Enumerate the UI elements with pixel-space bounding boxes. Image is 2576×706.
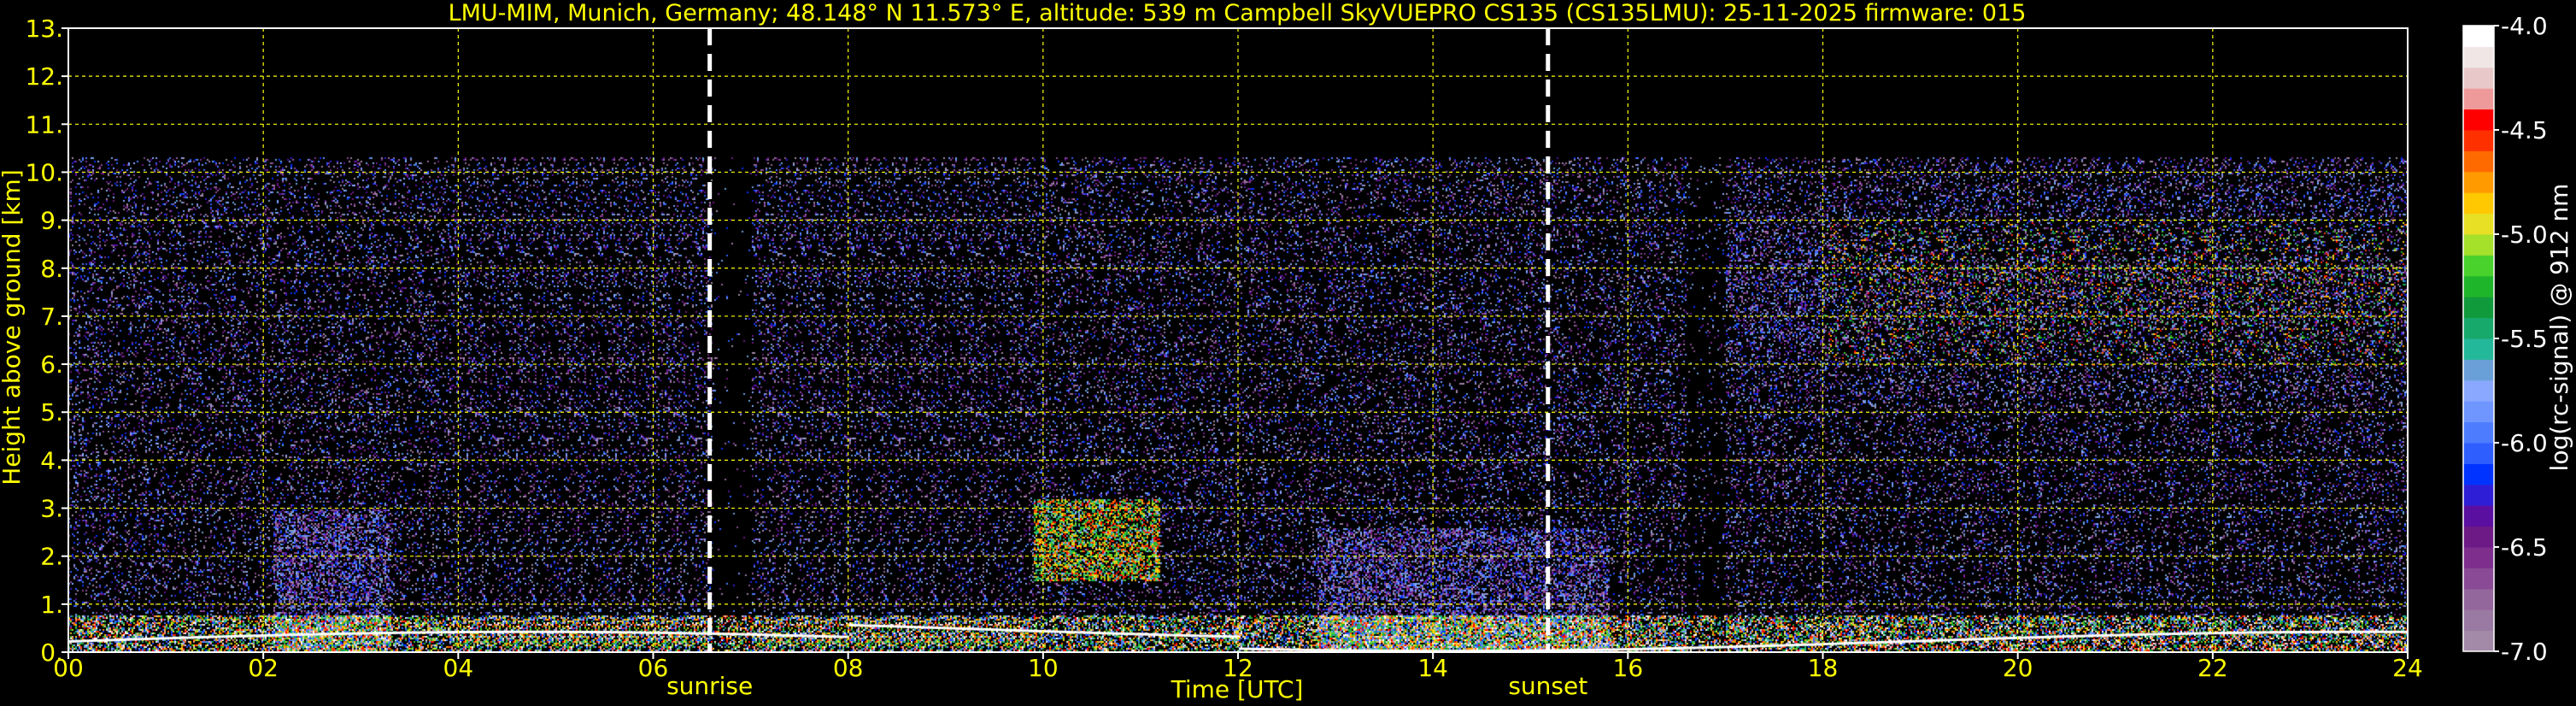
x-tick-label: 18 bbox=[1808, 654, 1839, 682]
x-tick-label: 00 bbox=[53, 654, 84, 682]
sunset-label: sunset bbox=[1508, 672, 1587, 700]
colorbar-segment bbox=[2463, 526, 2494, 548]
x-axis-label: Time [UTC] bbox=[1171, 675, 1304, 703]
colorbar-segment bbox=[2463, 213, 2494, 235]
chart-title: LMU-MIM, Munich, Germany; 48.148° N 11.5… bbox=[449, 0, 2027, 26]
colorbar-segment bbox=[2463, 317, 2494, 339]
colorbar-segment bbox=[2463, 26, 2494, 47]
colorbar-segment bbox=[2463, 588, 2494, 610]
ceilometer-plot: LMU-MIM, Munich, Germany; 48.148° N 11.5… bbox=[0, 0, 2573, 703]
y-tick-label: 8. bbox=[40, 255, 63, 283]
colorbar-segment bbox=[2463, 630, 2494, 652]
x-tick-label: 06 bbox=[638, 654, 669, 682]
colorbar-segment bbox=[2463, 609, 2494, 632]
x-tick-label: 14 bbox=[1417, 654, 1448, 682]
y-tick-label: 6. bbox=[40, 350, 63, 379]
y-tick-label: 3. bbox=[40, 495, 63, 523]
colorbar-segment bbox=[2463, 150, 2494, 173]
y-tick-label: 7. bbox=[40, 303, 63, 331]
y-tick-label: 1. bbox=[40, 591, 63, 619]
y-tick-label: 2. bbox=[40, 543, 63, 571]
colorbar-segment bbox=[2463, 255, 2494, 277]
x-tick-label: 02 bbox=[248, 654, 279, 682]
sunrise-label: sunrise bbox=[666, 672, 753, 700]
colorbar-segment bbox=[2463, 171, 2494, 193]
colorbar-segment bbox=[2463, 297, 2494, 319]
colorbar-segment bbox=[2463, 443, 2494, 464]
colorbar-tick-label: -4.0 bbox=[2501, 12, 2548, 40]
colorbar-segment bbox=[2463, 421, 2494, 444]
y-axis-ticks: 0.1.2.3.4.5.6.7.8.9.10.11.12.13. bbox=[25, 15, 68, 667]
colorbar-segment bbox=[2463, 379, 2494, 402]
colorbar-tick-label: -4.5 bbox=[2501, 116, 2548, 144]
colorbar-segment bbox=[2463, 568, 2494, 590]
x-tick-label: 04 bbox=[443, 654, 474, 682]
colorbar-segment bbox=[2463, 67, 2494, 89]
colorbar-ticks: -7.0 -6.5 -6.0 -5.5 -5.0 -4.5 -4.0 bbox=[2494, 12, 2548, 666]
y-tick-label: 4. bbox=[40, 446, 63, 474]
colorbar-tick-label: -5.0 bbox=[2501, 221, 2548, 249]
colorbar-segment bbox=[2463, 275, 2494, 297]
y-axis-label: Height above ground [km] bbox=[0, 169, 26, 485]
colorbar-label: log(rc-signal) @ 912 nm bbox=[2545, 184, 2573, 472]
colorbar-segment bbox=[2463, 338, 2494, 360]
colorbar-segment bbox=[2463, 484, 2494, 506]
y-tick-label: 5. bbox=[40, 398, 63, 427]
colorbar-segment bbox=[2463, 46, 2494, 68]
y-tick-label: 13. bbox=[25, 15, 63, 43]
y-tick-label: 10. bbox=[25, 158, 63, 186]
colorbar-segment bbox=[2463, 234, 2494, 256]
colorbar-segment bbox=[2463, 192, 2494, 215]
colorbar-segment bbox=[2463, 359, 2494, 381]
colorbar-tick-label: -7.0 bbox=[2501, 638, 2548, 666]
colorbar-segment bbox=[2463, 88, 2494, 110]
y-tick-label: 12. bbox=[25, 62, 63, 91]
colorbar-segment bbox=[2463, 401, 2494, 423]
x-tick-label: 20 bbox=[2003, 654, 2033, 682]
colorbar-tick-label: -5.5 bbox=[2501, 325, 2548, 353]
colorbar-segment bbox=[2463, 505, 2494, 527]
colorbar-segment bbox=[2463, 130, 2494, 151]
colorbar-segment bbox=[2463, 547, 2494, 568]
colorbar bbox=[2462, 25, 2495, 652]
colorbar-segment bbox=[2463, 463, 2494, 485]
x-tick-label: 22 bbox=[2198, 654, 2228, 682]
colorbar-tick-label: -6.0 bbox=[2501, 429, 2548, 457]
colorbar-segment bbox=[2463, 109, 2494, 131]
annotation-labels: sunrise sunset bbox=[666, 672, 1587, 700]
x-tick-label: 16 bbox=[1613, 654, 1644, 682]
x-tick-label: 10 bbox=[1028, 654, 1059, 682]
x-tick-label: 24 bbox=[2392, 654, 2423, 682]
colorbar-tick-label: -6.5 bbox=[2501, 533, 2548, 562]
x-tick-label: 08 bbox=[833, 654, 864, 682]
backscatter-heatmap bbox=[68, 28, 2408, 652]
heatmap-canvas bbox=[68, 28, 2408, 652]
y-tick-label: 9. bbox=[40, 207, 63, 235]
y-tick-label: 11. bbox=[25, 110, 63, 138]
